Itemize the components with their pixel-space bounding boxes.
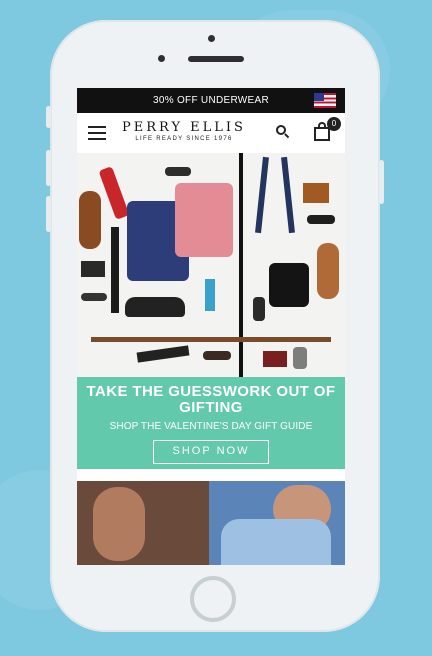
phone-screen: 30% OFF UNDERWEAR PERRY ELLIS LIFE READY… xyxy=(77,88,345,565)
hamburger-menu-icon[interactable] xyxy=(88,126,106,140)
section-gap xyxy=(77,469,345,481)
gift-guide-banner[interactable]: TAKE THE GUESSWORK OUT OF GIFTING SHOP T… xyxy=(77,377,345,469)
phone-sensor xyxy=(158,55,165,62)
banner-subhead: SHOP THE VALENTINE'S DAY GIFT GUIDE xyxy=(109,421,313,432)
promo-text[interactable]: 30% OFF UNDERWEAR xyxy=(153,95,269,106)
hero-product-image[interactable] xyxy=(77,153,345,377)
brand-tagline: LIFE READY SINCE 1976 xyxy=(135,136,233,142)
phone-home-button xyxy=(190,576,236,622)
shop-now-button[interactable]: SHOP NOW xyxy=(153,440,269,464)
socks-image xyxy=(205,279,215,311)
model-right-shirt xyxy=(221,519,331,565)
watch-image xyxy=(293,347,307,369)
tie-image xyxy=(98,166,130,220)
phone-frame: 30% OFF UNDERWEAR PERRY ELLIS LIFE READY… xyxy=(46,20,384,632)
model-left-face xyxy=(93,487,145,561)
image-divider xyxy=(239,153,243,377)
suspenders-image xyxy=(281,156,295,234)
phone-speaker xyxy=(188,56,244,62)
wallet-image xyxy=(81,261,105,277)
belt-image xyxy=(111,227,119,313)
site-header: PERRY ELLIS LIFE READY SINCE 1976 0 xyxy=(77,113,345,153)
brand-name: PERRY ELLIS xyxy=(122,120,246,135)
polo-shirt-image xyxy=(175,183,233,257)
models-image[interactable] xyxy=(77,481,345,565)
phone-side-button xyxy=(46,196,51,232)
promo-bar[interactable]: 30% OFF UNDERWEAR xyxy=(77,88,345,113)
watch-image xyxy=(253,297,265,321)
wallet-image xyxy=(303,183,329,203)
sneaker-image xyxy=(125,297,185,317)
phone-side-button xyxy=(46,150,51,186)
shoe-image xyxy=(317,243,339,299)
suspenders-image xyxy=(255,156,269,234)
bag-image xyxy=(269,263,309,307)
us-flag-icon[interactable] xyxy=(314,93,336,108)
banner-headline: TAKE THE GUESSWORK OUT OF GIFTING xyxy=(86,383,336,416)
phone-side-button xyxy=(46,106,51,128)
sunglasses-image xyxy=(81,293,107,301)
wallet-image xyxy=(263,351,287,367)
belt-image xyxy=(91,337,331,342)
brand-logo[interactable]: PERRY ELLIS LIFE READY SINCE 1976 xyxy=(121,120,247,142)
sunglasses-image xyxy=(307,215,335,224)
tie-image xyxy=(136,345,190,363)
sunglasses-image xyxy=(203,351,231,360)
phone-camera xyxy=(208,35,215,42)
search-icon[interactable] xyxy=(276,125,290,139)
cart-count-badge: 0 xyxy=(327,117,341,131)
shoe-image xyxy=(79,191,101,249)
sunglasses-image xyxy=(165,167,191,176)
phone-side-button xyxy=(379,160,384,204)
